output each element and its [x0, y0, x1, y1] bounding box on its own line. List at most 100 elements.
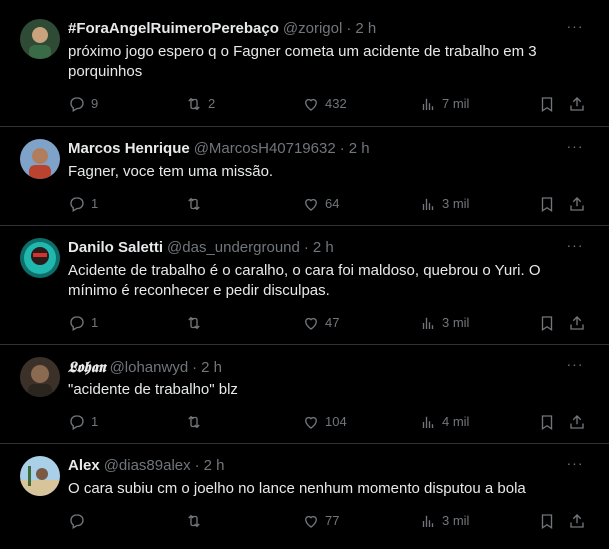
avatar[interactable]: [20, 357, 60, 397]
bookmark-button[interactable]: [538, 412, 556, 432]
views-button[interactable]: 3 mil: [419, 313, 469, 333]
tweet-text: O cara subiu cm o joelho no lance nenhum…: [68, 480, 526, 497]
bookmark-button[interactable]: [538, 313, 556, 333]
tweet-actions: 9 2 432 7 mil: [68, 94, 588, 114]
retweet-icon: [188, 415, 200, 429]
views-button[interactable]: 3 mil: [419, 194, 469, 214]
views-count: 7 mil: [442, 96, 470, 111]
display-name[interactable]: #ForaAngelRuimeroPerebaço: [68, 20, 279, 37]
bookmark-icon: [541, 97, 553, 113]
bookmark-icon: [541, 316, 553, 332]
avatar[interactable]: [20, 238, 60, 278]
tweet-header: Danilo Saletti @das_underground · 2 h: [68, 238, 559, 258]
timestamp[interactable]: 2 h: [313, 239, 334, 256]
reply-icon: [70, 316, 84, 331]
retweet-button[interactable]: [185, 412, 208, 432]
heart-icon: [305, 416, 317, 429]
heart-icon: [305, 515, 317, 528]
tweet-text: próximo jogo espero q o Fagner cometa um…: [68, 43, 537, 80]
reply-button[interactable]: 1: [68, 313, 98, 333]
user-handle[interactable]: @dias89alex: [104, 457, 191, 474]
tweet-actions: 1 64 3 mil: [68, 194, 588, 214]
tweet[interactable]: 𝕷𝖔𝖍𝖆𝖓 @lohanwyd · 2 h ··· "acidente de trab…: [0, 345, 609, 444]
user-handle[interactable]: @das_underground: [167, 239, 300, 256]
retweet-button[interactable]: [185, 194, 208, 214]
reply-button[interactable]: 9: [68, 94, 98, 114]
like-count: 104: [325, 414, 347, 429]
heart-icon: [305, 317, 317, 330]
share-icon: [570, 514, 584, 528]
share-icon: [570, 316, 584, 330]
share-button[interactable]: [568, 412, 586, 432]
retweet-icon: [188, 197, 200, 211]
like-button[interactable]: 77: [302, 511, 339, 531]
reply-button[interactable]: [68, 511, 91, 531]
tweet-actions: 1 104 4 mil: [68, 412, 588, 432]
views-button[interactable]: 3 mil: [419, 511, 469, 531]
display-name[interactable]: Danilo Saletti: [68, 239, 163, 256]
views-count: 3 mil: [442, 513, 470, 528]
tweet[interactable]: Alex @dias89alex · 2 h ··· O cara subiu cm …: [0, 444, 609, 549]
user-handle[interactable]: @zorigol: [283, 20, 342, 37]
retweet-count: 2: [208, 96, 216, 111]
share-icon: [570, 197, 584, 211]
avatar[interactable]: [20, 19, 60, 59]
views-button[interactable]: 4 mil: [419, 412, 469, 432]
tweet[interactable]: Danilo Saletti @das_underground · 2 h ··· A…: [0, 226, 609, 345]
like-button[interactable]: 64: [302, 194, 339, 214]
reply-icon: [70, 415, 84, 430]
timestamp[interactable]: 2 h: [201, 359, 222, 376]
display-name[interactable]: Marcos Henrique: [68, 140, 190, 157]
share-button[interactable]: [568, 94, 586, 114]
timestamp[interactable]: 2 h: [204, 457, 225, 474]
like-button[interactable]: 432: [302, 94, 347, 114]
bookmark-button[interactable]: [538, 194, 556, 214]
more-icon[interactable]: ···: [565, 19, 585, 40]
tweet-header: Marcos Henrique @MarcosH40719632 · 2 h: [68, 139, 559, 159]
more-icon[interactable]: ···: [565, 456, 585, 477]
bookmark-icon: [541, 415, 553, 431]
avatar[interactable]: [20, 456, 60, 496]
views-count: 3 mil: [442, 315, 470, 330]
user-handle[interactable]: @lohanwyd: [110, 359, 189, 376]
tweet-header: 𝕷𝖔𝖍𝖆𝖓 @lohanwyd · 2 h: [68, 357, 559, 378]
like-button[interactable]: 47: [302, 313, 339, 333]
more-icon[interactable]: ···: [565, 238, 585, 259]
like-count: 432: [325, 96, 347, 111]
tweet[interactable]: Marcos Henrique @MarcosH40719632 · 2 h ··· …: [0, 127, 609, 226]
retweet-button[interactable]: 2: [185, 94, 215, 114]
like-button[interactable]: 104: [302, 412, 347, 432]
views-button[interactable]: 7 mil: [419, 94, 469, 114]
display-name[interactable]: 𝕷𝖔𝖍𝖆𝖓: [68, 358, 106, 376]
reply-button[interactable]: 1: [68, 194, 98, 214]
share-button[interactable]: [568, 194, 586, 214]
views-icon: [422, 98, 434, 110]
separator-dot: ·: [339, 140, 345, 157]
share-button[interactable]: [568, 511, 586, 531]
avatar[interactable]: [20, 139, 60, 179]
tweet-text: Acidente de trabalho é o caralho, o cara…: [68, 262, 541, 299]
display-name[interactable]: Alex: [68, 457, 100, 474]
tweet-header: Alex @dias89alex · 2 h: [68, 456, 559, 476]
bookmark-button[interactable]: [538, 511, 556, 531]
share-button[interactable]: [568, 313, 586, 333]
more-icon[interactable]: ···: [565, 139, 585, 160]
reply-button[interactable]: 1: [68, 412, 98, 432]
views-icon: [422, 515, 434, 527]
tweet-text: Fagner, voce tem uma missão.: [68, 163, 274, 180]
more-icon[interactable]: ···: [565, 357, 585, 378]
timestamp[interactable]: 2 h: [355, 20, 376, 37]
views-icon: [422, 317, 434, 329]
timestamp[interactable]: 2 h: [349, 140, 370, 157]
tweet[interactable]: #ForaAngelRuimeroPerebaço @zorigol · 2 h ··…: [0, 0, 609, 127]
tweet-text: "acidente de trabalho" blz: [68, 381, 238, 398]
retweet-icon: [188, 316, 200, 330]
user-handle[interactable]: @MarcosH40719632: [194, 140, 336, 157]
retweet-button[interactable]: [185, 511, 208, 531]
retweet-button[interactable]: [185, 313, 208, 333]
tweet-actions: 77 3 mil: [68, 511, 588, 531]
reply-icon: [70, 197, 84, 212]
separator-dot: ·: [194, 457, 200, 474]
bookmark-button[interactable]: [538, 94, 556, 114]
reply-icon: [70, 97, 84, 112]
